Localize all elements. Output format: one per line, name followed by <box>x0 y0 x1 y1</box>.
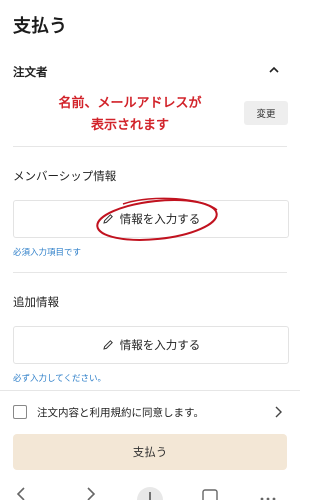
annotation-line-1: 名前、メールアドレスが <box>58 96 202 111</box>
divider <box>0 390 300 391</box>
chevron-right-icon[interactable] <box>273 405 283 419</box>
additional-required-hint: 必ず入力してください。 <box>13 374 106 384</box>
forward-icon[interactable] <box>87 487 96 500</box>
agreement-checkbox[interactable] <box>13 405 27 419</box>
membership-required-hint: 必須入力項目です <box>13 248 82 258</box>
pencil-icon <box>103 340 113 350</box>
plus-icon[interactable] <box>137 487 163 500</box>
additional-section-label: 追加情報 <box>13 295 59 309</box>
page-title: 支払う <box>13 16 67 37</box>
annotation-circle <box>96 197 218 241</box>
agreement-label: 注文内容と利用規約に同意します。 <box>37 406 204 419</box>
chevron-up-icon[interactable] <box>266 62 282 78</box>
browser-toolbar <box>0 482 300 500</box>
divider <box>13 272 287 273</box>
orderer-annotation: 名前、メールアドレスが 表示されます <box>40 93 220 137</box>
tabs-icon[interactable] <box>202 489 218 500</box>
pay-button[interactable]: 支払う <box>13 434 287 470</box>
divider <box>13 146 287 147</box>
additional-input-label: 情報を入力する <box>119 338 201 352</box>
membership-section-label: メンバーシップ情報 <box>13 169 117 183</box>
orderer-section-label: 注文者 <box>13 65 48 79</box>
agreement-row[interactable]: 注文内容と利用規約に同意します。 <box>13 402 287 422</box>
change-button[interactable]: 変更 <box>244 101 288 125</box>
additional-input-button[interactable]: 情報を入力する <box>13 326 289 364</box>
annotation-line-2: 表示されます <box>90 118 169 133</box>
back-icon[interactable] <box>16 487 25 500</box>
